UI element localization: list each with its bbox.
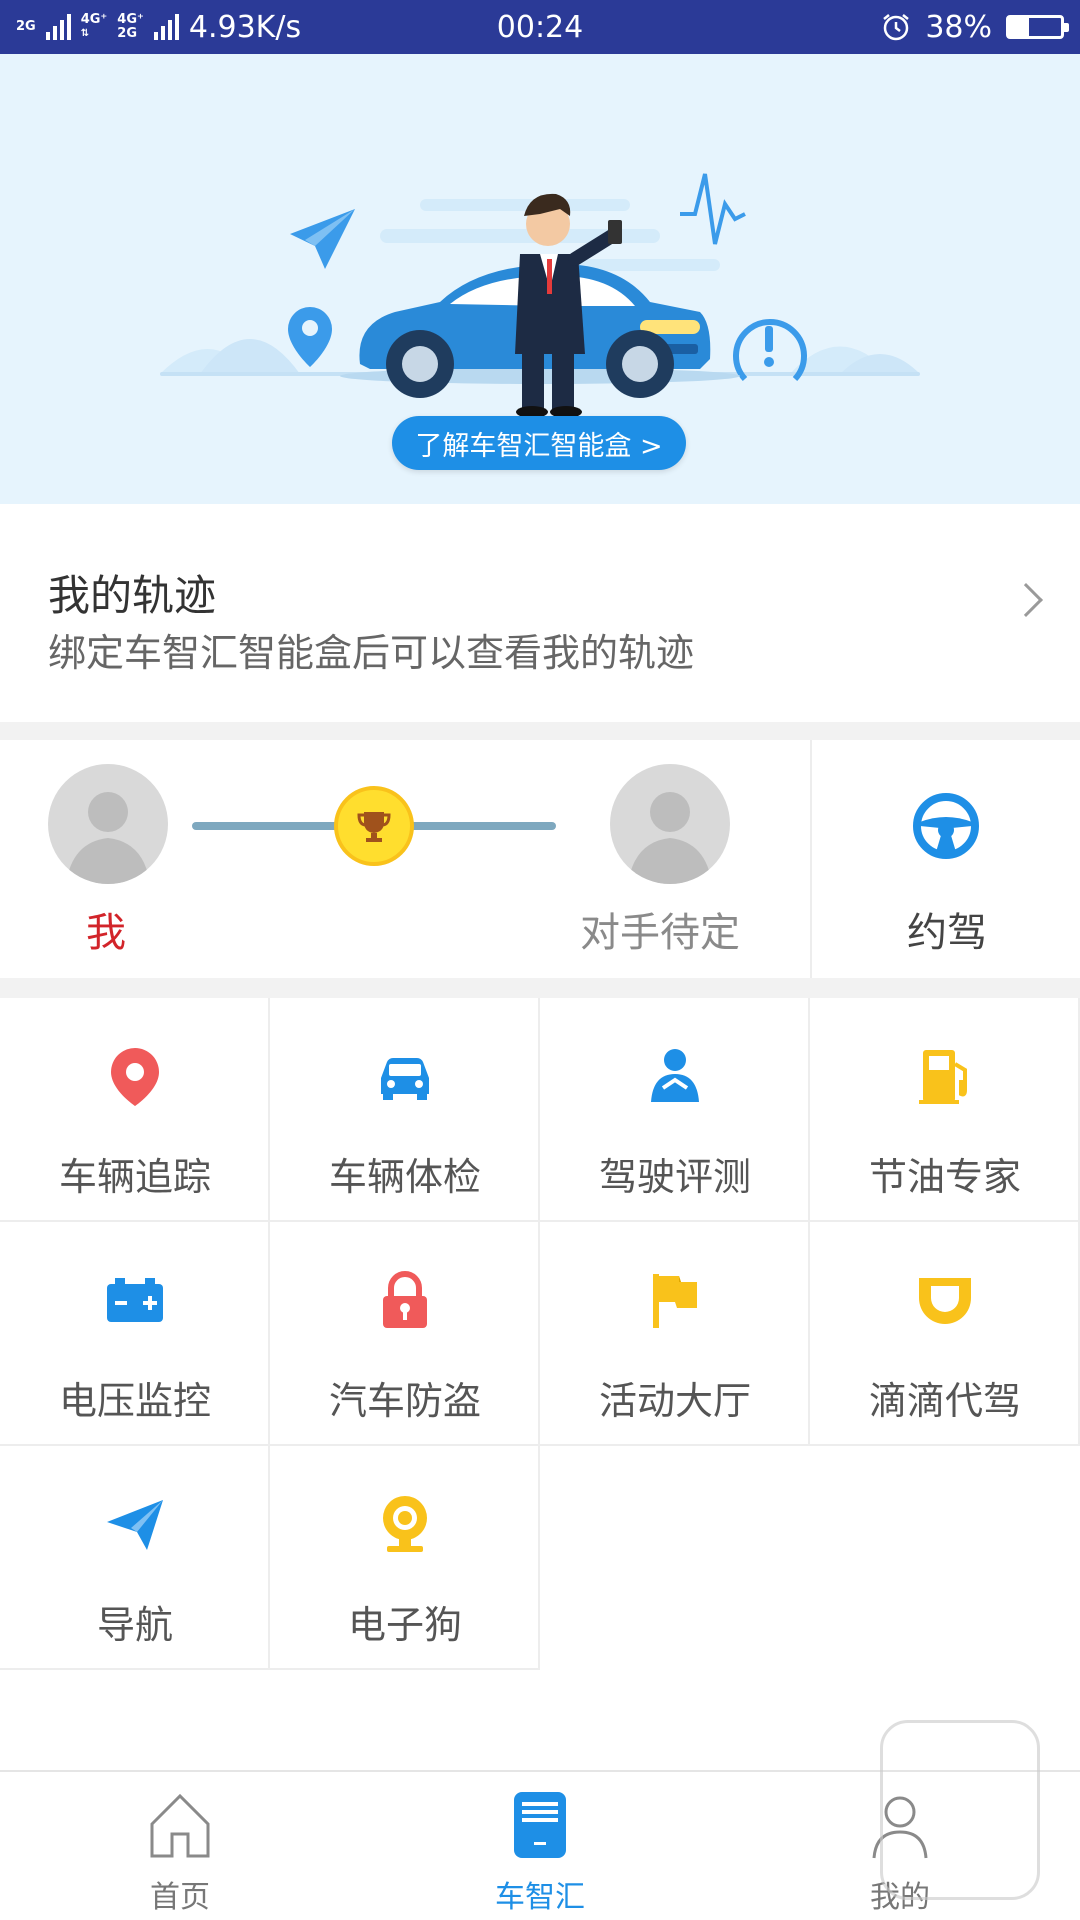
date-drive-button[interactable]: 约驾 bbox=[810, 740, 1080, 978]
opponent-avatar bbox=[610, 764, 730, 884]
track-title: 我的轨迹 bbox=[48, 571, 217, 620]
grid-item-vehicle-check[interactable]: 车辆体检 bbox=[270, 998, 540, 1222]
learn-more-button[interactable]: 了解车智汇智能盒 > bbox=[392, 416, 686, 470]
status-left: 2G 4G⁺ ⇅ 4G⁺ 2G 4.93K/s bbox=[16, 10, 301, 45]
date-drive-label: 约驾 bbox=[907, 910, 987, 956]
grid-item-label: 汽车防盗 bbox=[328, 1379, 481, 1423]
network-indicator: 2G bbox=[16, 20, 36, 34]
nav-label: 车智汇 bbox=[495, 1880, 585, 1915]
grid-item-vehicle-tracking[interactable]: 车辆追踪 bbox=[0, 998, 270, 1222]
user-silhouette-icon bbox=[628, 792, 712, 884]
nav-home[interactable]: 首页 bbox=[0, 1772, 360, 1920]
grid-item-label: 导航 bbox=[96, 1603, 173, 1647]
grid-item-e-dog[interactable]: 电子狗 bbox=[270, 1446, 540, 1670]
network-type: 2G bbox=[16, 19, 36, 34]
paper-plane-icon bbox=[107, 1500, 163, 1550]
alarm-clock-icon bbox=[883, 14, 910, 41]
pk-section: 我 对手待定 约驾 bbox=[0, 740, 1080, 978]
driver-icon bbox=[651, 1049, 699, 1102]
grid-item-fuel-expert[interactable]: 节油专家 bbox=[810, 998, 1080, 1222]
signal-icon bbox=[45, 14, 71, 40]
network-indicator: 4G⁺ ⇅ bbox=[80, 12, 108, 40]
network-speed: 4.93K/s bbox=[188, 9, 302, 45]
grid-item-activity-hall[interactable]: 活动大厅 bbox=[540, 1222, 810, 1446]
car-icon bbox=[381, 1058, 429, 1100]
grid-empty-area bbox=[540, 1446, 1080, 1670]
network-indicator: 4G⁺ 2G bbox=[117, 13, 144, 41]
grid-item-label: 车辆体检 bbox=[328, 1155, 481, 1199]
location-pin-icon bbox=[111, 1048, 159, 1106]
battery-icon bbox=[1006, 15, 1069, 39]
network-type: 4G⁺ bbox=[80, 12, 108, 27]
pk-challenge[interactable]: 我 对手待定 bbox=[0, 740, 808, 978]
user-silhouette-icon bbox=[66, 792, 150, 884]
battery-level bbox=[1009, 18, 1029, 36]
battery-icon bbox=[107, 1278, 163, 1322]
status-bar: 2G 4G⁺ ⇅ 4G⁺ 2G 4.93K/s 00:24 38% bbox=[0, 0, 1080, 54]
grid-item-label: 节油专家 bbox=[868, 1155, 1021, 1199]
lock-icon bbox=[383, 1271, 427, 1328]
grid-item-label: 驾驶评测 bbox=[598, 1155, 751, 1199]
track-subtitle: 绑定车智汇智能盒后可以查看我的轨迹 bbox=[48, 631, 695, 675]
trophy-icon bbox=[334, 786, 414, 866]
grid-item-navigation[interactable]: 导航 bbox=[0, 1446, 270, 1670]
nav-label: 首页 bbox=[150, 1880, 210, 1915]
promo-banner[interactable]: 了解车智汇智能盒 > bbox=[0, 54, 1080, 504]
grid-item-driving-evaluation[interactable]: 驾驶评测 bbox=[540, 998, 810, 1222]
flag-icon bbox=[653, 1274, 697, 1328]
grid-item-label: 电压监控 bbox=[58, 1379, 211, 1423]
network-type: 4G⁺ bbox=[117, 12, 144, 27]
opponent-label: 对手待定 bbox=[580, 910, 740, 956]
grid-item-voltage-monitor[interactable]: 电压监控 bbox=[0, 1222, 270, 1446]
chevron-right-icon bbox=[1009, 583, 1043, 617]
grid-item-label: 电子狗 bbox=[347, 1603, 462, 1647]
battery-percent: 38% bbox=[925, 9, 992, 45]
my-track-card[interactable]: 我的轨迹 绑定车智汇智能盒后可以查看我的轨迹 bbox=[0, 504, 1080, 722]
me-label: 我 bbox=[86, 910, 126, 956]
grid-item-label: 滴滴代驾 bbox=[868, 1379, 1021, 1423]
webcam-icon bbox=[383, 1496, 427, 1552]
grid-item-label: 活动大厅 bbox=[598, 1379, 751, 1423]
didi-icon bbox=[919, 1278, 971, 1324]
home-icon bbox=[150, 1793, 210, 1858]
my-avatar bbox=[48, 764, 168, 884]
nav-chezhihui[interactable]: 车智汇 bbox=[360, 1772, 720, 1920]
watermark-logo bbox=[880, 1720, 1040, 1900]
fuel-pump-icon bbox=[919, 1050, 967, 1104]
steering-wheel-icon bbox=[913, 793, 979, 859]
device-icon bbox=[514, 1792, 566, 1858]
network-type: 2G bbox=[117, 26, 138, 41]
grid-item-didi-driver[interactable]: 滴滴代驾 bbox=[810, 1222, 1080, 1446]
grid-item-label: 车辆追踪 bbox=[58, 1155, 211, 1199]
status-right: 38% bbox=[881, 9, 1069, 45]
signal-icon bbox=[153, 14, 179, 40]
grid-item-anti-theft[interactable]: 汽车防盗 bbox=[270, 1222, 540, 1446]
